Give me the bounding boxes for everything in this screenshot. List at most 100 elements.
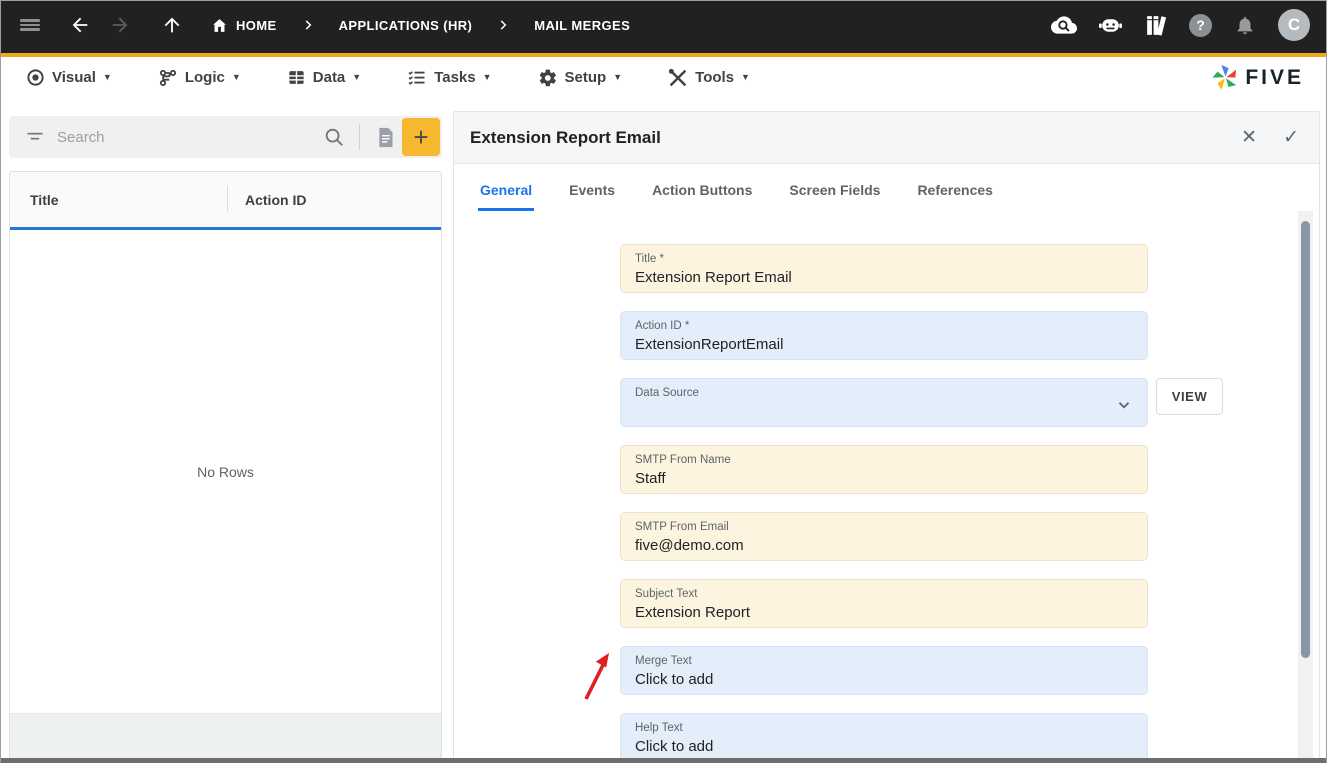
breadcrumb-applications[interactable]: APPLICATIONS (HR) — [339, 18, 473, 33]
menu-logic[interactable]: Logic ▼ — [158, 68, 241, 88]
brand-wordmark: FIVE — [1245, 65, 1304, 89]
menu-label: Data — [312, 69, 346, 86]
field-value: Click to add — [635, 738, 714, 755]
field-subject-text[interactable]: Subject Text Extension Report — [620, 579, 1148, 628]
field-label: Merge Text — [635, 655, 692, 667]
field-label: Subject Text — [635, 588, 698, 600]
menu-visual[interactable]: Visual ▼ — [26, 68, 112, 87]
field-data-source[interactable]: Data Source — [620, 378, 1148, 427]
menu-label: Tools — [695, 69, 735, 86]
search-toolbar: + — [9, 116, 442, 158]
search-icon[interactable] — [317, 120, 351, 154]
field-value: ExtensionReportEmail — [635, 336, 784, 353]
up-arrow-icon[interactable] — [159, 12, 185, 38]
caret-down-icon: ▼ — [102, 72, 112, 82]
field-smtp-from-email[interactable]: SMTP From Email five@demo.com — [620, 512, 1148, 561]
caret-down-icon: ▼ — [352, 72, 362, 82]
field-merge-text[interactable]: Merge Text Click to add — [620, 646, 1148, 695]
caret-down-icon: ▼ — [482, 72, 492, 82]
home-icon — [211, 17, 228, 34]
grid-body: No Rows — [10, 230, 441, 713]
column-divider[interactable] — [227, 186, 228, 212]
field-smtp-from-name[interactable]: SMTP From Name Staff — [620, 445, 1148, 494]
detail-header-actions: ✕ ✓ — [1241, 128, 1299, 147]
back-arrow-icon[interactable] — [67, 12, 93, 38]
help-icon[interactable]: ? — [1189, 13, 1212, 37]
breadcrumb-home[interactable]: HOME — [211, 17, 277, 34]
plus-icon: + — [413, 122, 429, 152]
tab-screen-fields[interactable]: Screen Fields — [787, 168, 882, 211]
field-label: SMTP From Email — [635, 521, 729, 533]
caret-down-icon: ▼ — [741, 72, 750, 82]
close-icon[interactable]: ✕ — [1241, 128, 1257, 147]
field-value: Click to add — [635, 671, 714, 688]
assistant-bot-icon[interactable] — [1097, 12, 1123, 38]
records-grid: Title Action ID No Rows — [9, 171, 442, 759]
forward-arrow-icon[interactable] — [107, 12, 133, 38]
add-record-button[interactable]: + — [402, 118, 440, 156]
chevron-right-icon — [301, 18, 315, 32]
column-header-action-id[interactable]: Action ID — [227, 192, 306, 208]
main-menu-bar: Visual ▼ Logic ▼ Data ▼ Tasks ▼ Setup ▼ … — [1, 57, 1326, 98]
breadcrumb-label: HOME — [236, 17, 277, 33]
caret-down-icon: ▼ — [231, 72, 241, 82]
field-value: Staff — [635, 470, 666, 487]
five-pinwheel-icon — [1212, 65, 1237, 91]
caret-down-icon: ▼ — [613, 72, 623, 82]
topbar-actions: ? C — [1051, 9, 1310, 41]
chevron-right-icon — [496, 18, 510, 32]
menu-label: Setup — [564, 69, 607, 86]
view-data-source-button[interactable]: VIEW — [1156, 378, 1223, 415]
visual-eye-icon — [26, 68, 45, 87]
detail-tabs: General Events Action Buttons Screen Fie… — [454, 164, 1319, 211]
grid-footer — [10, 713, 441, 758]
search-input[interactable] — [57, 128, 317, 146]
setup-gear-icon — [538, 68, 558, 88]
field-label: Help Text — [635, 722, 683, 734]
field-value: Extension Report Email — [635, 269, 792, 286]
column-header-title[interactable]: Title — [10, 192, 227, 208]
empty-state-text: No Rows — [197, 463, 254, 480]
library-books-icon[interactable] — [1143, 12, 1169, 38]
app-window: HOME APPLICATIONS (HR) MAIL MERGES ? C V… — [0, 0, 1327, 763]
scrollbar-track[interactable] — [1298, 211, 1313, 758]
field-value: Extension Report — [635, 604, 751, 621]
grid-header-row: Title Action ID — [10, 172, 441, 227]
field-action-id[interactable]: Action ID * ExtensionReportEmail — [620, 311, 1148, 360]
window-bottom-edge — [1, 758, 1326, 763]
toolbar-divider — [359, 124, 360, 150]
save-check-icon[interactable]: ✓ — [1283, 128, 1299, 147]
logic-flow-icon — [158, 68, 178, 88]
menu-label: Visual — [52, 69, 96, 86]
field-help-text[interactable]: Help Text Click to add — [620, 713, 1148, 762]
field-label: Data Source — [635, 387, 699, 399]
top-navigation-bar: HOME APPLICATIONS (HR) MAIL MERGES ? C — [1, 1, 1326, 57]
field-title[interactable]: Title * Extension Report Email — [620, 244, 1148, 293]
menu-tools[interactable]: Tools ▼ — [668, 68, 750, 88]
tab-action-buttons[interactable]: Action Buttons — [650, 168, 754, 211]
filter-icon[interactable] — [25, 127, 45, 147]
breadcrumb-mail-merges[interactable]: MAIL MERGES — [534, 18, 630, 33]
menu-tasks[interactable]: Tasks ▼ — [407, 68, 492, 88]
hamburger-menu-icon[interactable] — [17, 12, 43, 38]
menu-label: Tasks — [434, 69, 476, 86]
tools-icon — [668, 68, 688, 88]
menu-label: Logic — [184, 69, 225, 86]
scrollbar-thumb[interactable] — [1301, 221, 1310, 658]
record-title: Extension Report Email — [470, 127, 661, 147]
notifications-bell-icon[interactable] — [1232, 12, 1258, 38]
tab-general[interactable]: General — [478, 168, 535, 211]
dropdown-chevron-icon[interactable] — [1115, 396, 1133, 414]
breadcrumb: HOME APPLICATIONS (HR) MAIL MERGES — [211, 17, 630, 34]
tab-events[interactable]: Events — [567, 168, 617, 211]
five-logo[interactable]: FIVE — [1212, 57, 1304, 98]
general-form: Title * Extension Report Email Action ID… — [620, 244, 1148, 763]
tab-references[interactable]: References — [915, 168, 995, 211]
field-label: Action ID * — [635, 320, 690, 332]
cloud-search-icon[interactable] — [1051, 12, 1077, 38]
tasks-checklist-icon — [407, 68, 427, 88]
copy-record-icon[interactable] — [368, 120, 402, 154]
user-avatar[interactable]: C — [1278, 9, 1310, 41]
menu-setup[interactable]: Setup ▼ — [538, 68, 623, 88]
menu-data[interactable]: Data ▼ — [287, 68, 361, 87]
